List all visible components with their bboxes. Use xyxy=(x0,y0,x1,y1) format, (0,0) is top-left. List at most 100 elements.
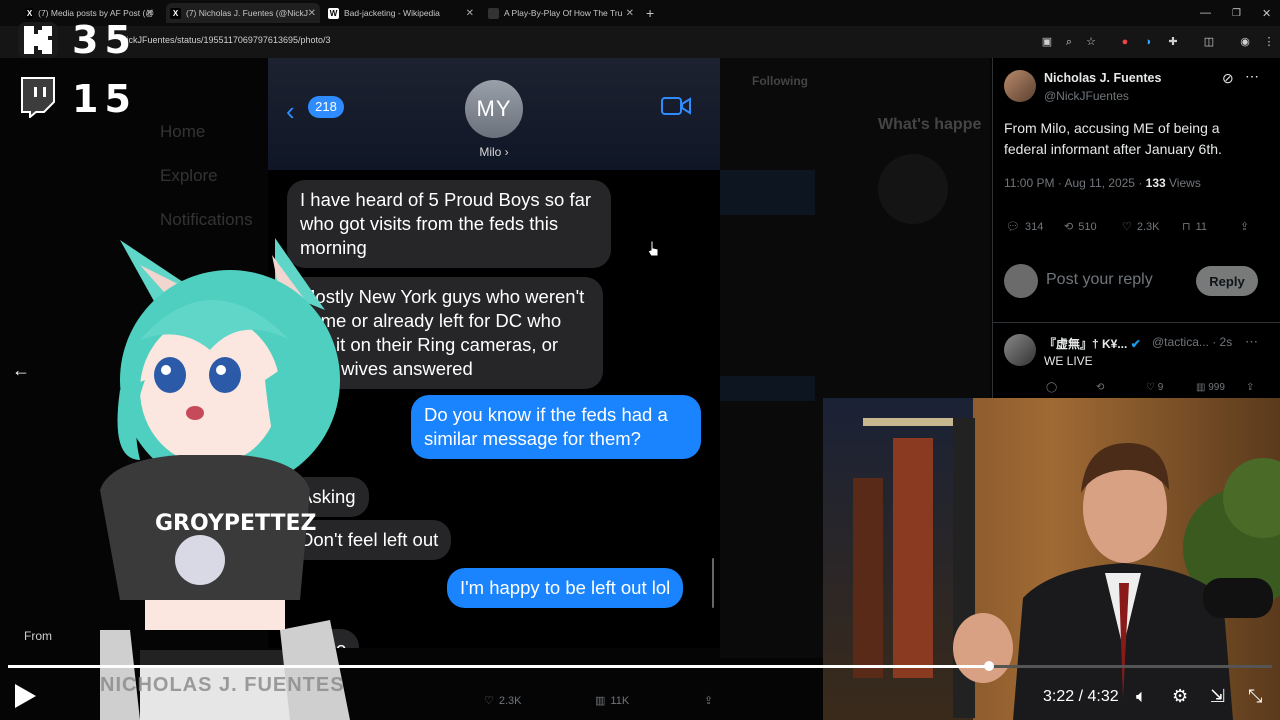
restore-icon[interactable]: ❐ xyxy=(1232,3,1241,23)
media-back-arrow-icon[interactable]: ← xyxy=(12,360,30,381)
views-action[interactable]: ▥ 11K xyxy=(595,694,629,708)
heart-icon: ♡ xyxy=(1122,221,1132,233)
reply-author-avatar[interactable] xyxy=(1004,334,1036,366)
message-bubble-outgoing: Do you know if the feds had a similar me… xyxy=(411,395,701,459)
ghost-avatar xyxy=(878,154,948,224)
like-count: 2.3K xyxy=(1136,220,1160,233)
author-avatar[interactable] xyxy=(1004,70,1036,102)
tweet-text: From Milo, accusing ME of being a federa… xyxy=(1004,120,1222,157)
vtuber-avatar: GROYPETTEZ xyxy=(100,238,350,720)
grok-icon[interactable]: ⊘ xyxy=(1222,70,1234,87)
following-tab: Following xyxy=(752,74,808,88)
contact-name: Milo › xyxy=(479,145,509,159)
reply-author-handle: @tactica... · 2s xyxy=(1152,335,1233,349)
minimize-icon[interactable]: — xyxy=(1200,3,1211,23)
user-avatar xyxy=(1004,264,1038,298)
repost-icon: ⟲ xyxy=(1064,221,1074,233)
cast-icon[interactable]: ▣ xyxy=(1040,35,1054,49)
kick-viewer-count: 35 xyxy=(72,18,137,62)
wikipedia-icon: W xyxy=(328,7,339,19)
views-label: Views xyxy=(1165,176,1201,190)
browser-tab-bar: X (7) Media posts by AF Post (@ ✕ X (7) … xyxy=(0,0,1280,26)
browser-tab[interactable]: A Play-By-Play Of How The Tru ✕ xyxy=(488,3,634,23)
share-action[interactable]: ⇪ xyxy=(704,694,713,707)
close-tab-icon[interactable]: ✕ xyxy=(626,8,634,19)
close-tab-icon[interactable]: ✕ xyxy=(466,8,474,19)
sidebar-icon[interactable]: ◫ xyxy=(1202,35,1216,49)
volume-icon[interactable]: 🔈︎ xyxy=(1136,686,1147,707)
profile-icon[interactable]: ◉ xyxy=(1238,35,1252,49)
share-icon[interactable]: ⇪ xyxy=(1246,382,1254,393)
new-tab-button[interactable]: + xyxy=(646,3,660,23)
reply-author-name[interactable]: 『虚無』† K¥... ✔ xyxy=(1044,335,1141,352)
settings-gear-icon[interactable]: ⚙ xyxy=(1172,686,1188,707)
x-logo-icon: X xyxy=(26,7,34,19)
url-text[interactable]: NickJFuentes/status/1955117069797613695/… xyxy=(120,35,331,45)
progress-handle[interactable] xyxy=(983,661,994,671)
bookmark-count: 11 xyxy=(1195,220,1208,233)
extension-icon[interactable]: ◗ xyxy=(1142,35,1156,49)
extension-icon[interactable]: ● xyxy=(1118,35,1132,49)
ghost-card xyxy=(720,170,815,215)
extensions-puzzle-icon[interactable]: ✚ xyxy=(1166,35,1180,49)
reply-button[interactable]: Reply xyxy=(1196,266,1258,296)
repost-count: 510 xyxy=(1078,220,1097,233)
tab-title: (7) Media posts by AF Post (@ xyxy=(38,8,154,18)
reply-icon: 💬︎ xyxy=(1006,221,1020,233)
bookmark-star-icon[interactable]: ☆ xyxy=(1084,35,1098,49)
shirt-graphic-text: GROYPETTEZ xyxy=(155,511,317,536)
close-tab-icon[interactable]: ✕ xyxy=(146,8,154,19)
heart-icon: ♡ xyxy=(484,695,494,707)
kick-logo-icon xyxy=(18,22,58,58)
views-count: 999 xyxy=(1208,382,1225,393)
reply-action[interactable]: 💬︎ 314 xyxy=(1006,220,1043,234)
play-icon[interactable] xyxy=(12,682,38,710)
miniplayer-icon[interactable]: ⇲ xyxy=(1210,686,1225,707)
more-options-icon[interactable]: ⋯ xyxy=(1245,68,1259,85)
close-window-icon[interactable]: ✕ xyxy=(1262,3,1271,23)
scrollbar[interactable] xyxy=(712,558,714,608)
like-action[interactable]: ♡ 2.3K xyxy=(1122,220,1160,234)
views-icon: ▥ xyxy=(595,695,606,707)
author-handle[interactable]: @NickJFuentes xyxy=(1044,89,1129,103)
like-action[interactable]: ♡ 9 xyxy=(1146,382,1163,393)
repost-icon[interactable]: ⟲ xyxy=(1096,382,1104,393)
menu-icon[interactable]: ⋮ xyxy=(1262,35,1276,49)
share-action[interactable]: ⇪ xyxy=(1240,220,1249,233)
time-display: 3:22 / 4:32 xyxy=(1043,688,1119,705)
ghost-card xyxy=(720,376,815,401)
from-label: From xyxy=(24,629,52,643)
more-options-icon[interactable]: ⋯ xyxy=(1245,334,1258,350)
reply-icon[interactable]: ◯ xyxy=(1046,382,1057,393)
bookmark-action[interactable]: ⊓ 11 xyxy=(1182,220,1208,234)
close-tab-icon[interactable]: ✕ xyxy=(308,8,316,19)
tab-title: (7) Nicholas J. Fuentes (@NickJ xyxy=(186,8,308,18)
browser-tab-active[interactable]: X (7) Nicholas J. Fuentes (@NickJ ✕ xyxy=(166,3,320,23)
fullscreen-exit-icon[interactable]: ⤡ xyxy=(1248,686,1262,707)
like-action[interactable]: ♡ 2.3K xyxy=(484,694,522,708)
x-logo-icon: X xyxy=(170,7,181,19)
whats-happening-heading: What's happe xyxy=(878,116,982,133)
webcam-scene xyxy=(823,398,1280,720)
site-favicon-icon xyxy=(488,7,499,19)
reply-author-name-text: 『虚無』† K¥... xyxy=(1044,337,1128,351)
verified-badge-icon: ✔ xyxy=(1130,337,1141,351)
author-banner: NICHOLAS J. FUENTES xyxy=(100,674,345,696)
views-count: 133 xyxy=(1145,176,1166,190)
browser-tab[interactable]: W Bad-jacketing - Wikipedia ✕ xyxy=(328,3,474,23)
tweet-time: 11:00 PM · Aug 11, 2025 · xyxy=(1004,176,1146,190)
message-bubble-outgoing: I'm happy to be left out lol xyxy=(447,568,684,608)
twitch-logo-icon xyxy=(21,77,55,118)
views-action[interactable]: ▥ 999 xyxy=(1196,382,1225,393)
author-name[interactable]: Nicholas J. Fuentes xyxy=(1044,71,1161,85)
zoom-icon[interactable]: ⌕ xyxy=(1062,35,1076,49)
nav-notifications: Notifications xyxy=(160,210,253,229)
reply-text: WE LIVE xyxy=(1044,354,1093,368)
unread-count-badge: 218 xyxy=(308,96,344,118)
twitch-viewer-count: 15 xyxy=(72,77,137,121)
tweet-timestamp: 11:00 PM · Aug 11, 2025 · 133 Views xyxy=(1004,176,1201,190)
like-count: 9 xyxy=(1157,382,1164,393)
reply-input[interactable]: Post your reply xyxy=(1046,271,1153,289)
back-chevron-icon: ‹ xyxy=(286,96,295,126)
repost-action[interactable]: ⟲ 510 xyxy=(1064,220,1097,234)
